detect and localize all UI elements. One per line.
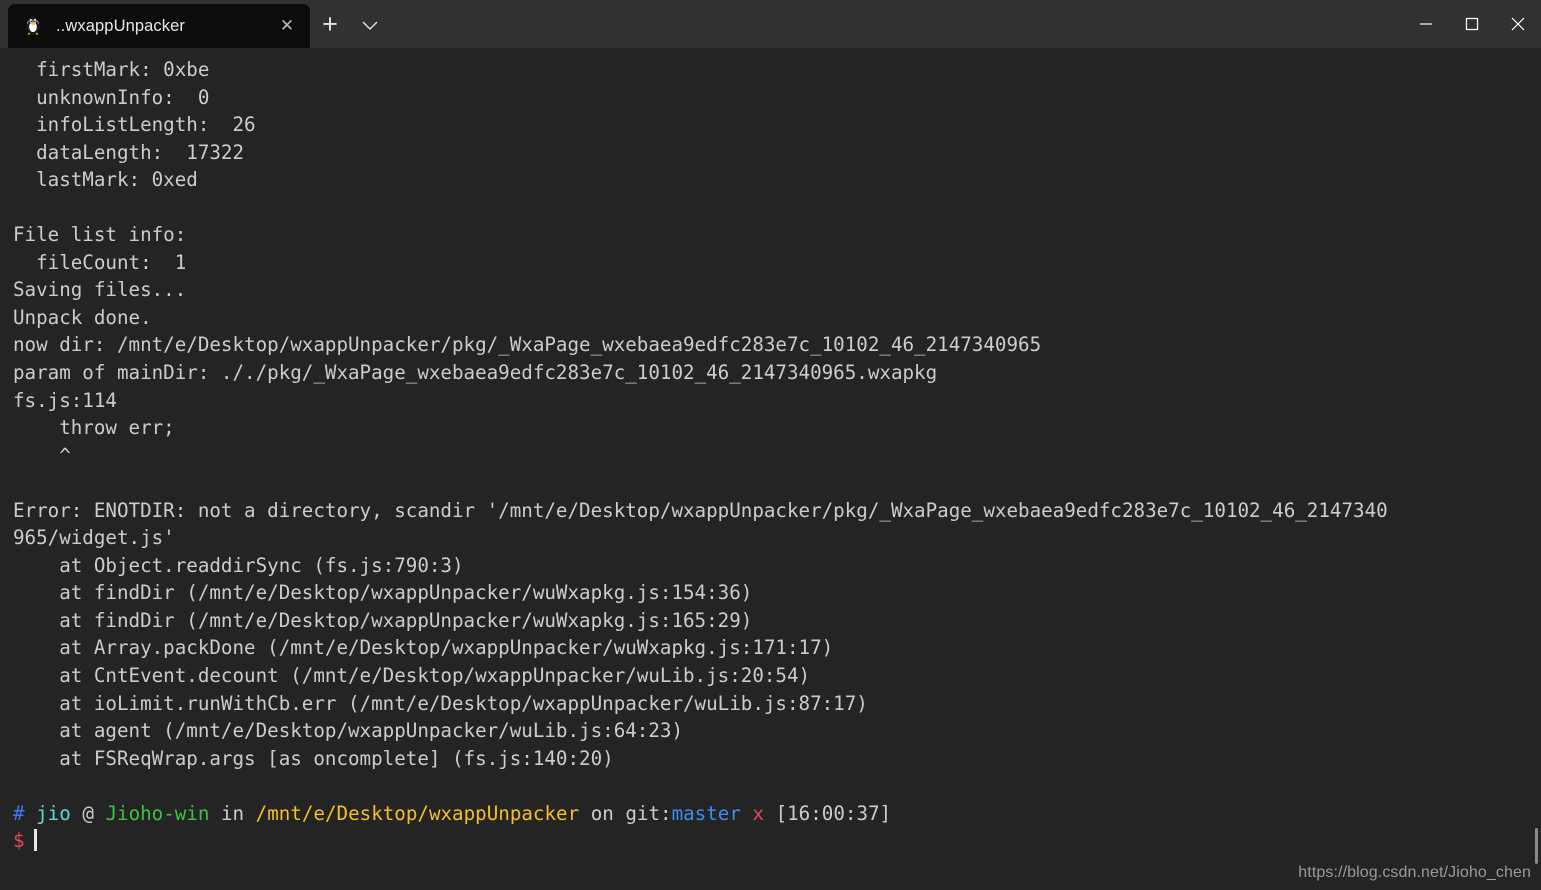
prompt-path: /mnt/e/Desktop/wxappUnpacker bbox=[255, 801, 580, 825]
terminal-line: param of mainDir: ././pkg/_WxaPage_wxeba… bbox=[13, 361, 938, 385]
text-cursor bbox=[33, 829, 37, 852]
terminal-line: fileCount: 1 bbox=[13, 250, 187, 274]
tab-title: ..wxappUnpacker bbox=[56, 16, 185, 35]
terminal-line: throw err; bbox=[13, 416, 175, 440]
terminal-line: at ioLimit.runWithCb.err (/mnt/e/Desktop… bbox=[13, 691, 868, 715]
prompt-user: jio bbox=[36, 801, 71, 825]
tux-penguin-icon bbox=[22, 15, 44, 37]
terminal-line: unknownInfo: 0 bbox=[13, 85, 210, 109]
terminal-line: fs.js:114 bbox=[13, 388, 117, 412]
terminal-output-area[interactable]: firstMark: 0xbe unknownInfo: 0 infoListL… bbox=[0, 48, 1541, 890]
prompt-dirty-flag: x bbox=[752, 801, 765, 825]
prompt-time: [16:00:37] bbox=[775, 801, 892, 825]
terminal-line: lastMark: 0xed bbox=[13, 168, 198, 192]
terminal-line: at findDir (/mnt/e/Desktop/wxappUnpacker… bbox=[13, 581, 753, 605]
terminal-line: at agent (/mnt/e/Desktop/wxappUnpacker/w… bbox=[13, 719, 684, 743]
scrollbar-thumb[interactable] bbox=[1535, 828, 1538, 864]
new-tab-button[interactable]: + bbox=[310, 4, 350, 48]
terminal-line: infoListLength: 26 bbox=[13, 113, 256, 137]
terminal-line: at findDir (/mnt/e/Desktop/wxappUnpacker… bbox=[13, 608, 753, 632]
terminal-line: ^ bbox=[13, 443, 71, 467]
terminal-line: at Array.packDone (/mnt/e/Desktop/wxappU… bbox=[13, 636, 834, 660]
shell-input-line[interactable]: $ bbox=[13, 827, 1541, 855]
prompt-branch: master bbox=[671, 801, 741, 825]
prompt-on: on bbox=[590, 801, 614, 825]
window-controls bbox=[1403, 0, 1541, 48]
chevron-down-icon[interactable] bbox=[350, 4, 390, 48]
terminal-tab[interactable]: ..wxappUnpacker ✕ bbox=[8, 4, 310, 48]
terminal-line: Error: ENOTDIR: not a directory, scandir… bbox=[13, 498, 1388, 522]
terminal-line: firstMark: 0xbe bbox=[13, 58, 210, 81]
terminal-line: Saving files... bbox=[13, 278, 187, 302]
prompt-git-label: git: bbox=[625, 801, 672, 825]
terminal-line: File list info: bbox=[13, 223, 187, 247]
terminal-line: at CntEvent.decount (/mnt/e/Desktop/wxap… bbox=[13, 664, 811, 688]
close-tab-icon[interactable]: ✕ bbox=[272, 11, 302, 41]
shell-prompt-line: # jio @ Jioho-win in /mnt/e/Desktop/wxap… bbox=[13, 800, 1541, 828]
tab-strip: ..wxappUnpacker ✕ + bbox=[0, 0, 390, 48]
close-window-button[interactable] bbox=[1495, 0, 1541, 48]
prompt-dollar-symbol: $ bbox=[13, 829, 25, 853]
terminal-line: Unpack done. bbox=[13, 305, 152, 329]
prompt-at: @ bbox=[82, 801, 94, 825]
terminal-line: now dir: /mnt/e/Desktop/wxappUnpacker/pk… bbox=[13, 333, 1042, 357]
prompt-hash: # bbox=[13, 801, 25, 825]
prompt-host: Jioho-win bbox=[105, 801, 210, 825]
terminal-line: at Object.readdirSync (fs.js:790:3) bbox=[13, 553, 464, 577]
terminal-line: at FSReqWrap.args [as oncomplete] (fs.js… bbox=[13, 746, 614, 770]
prompt-in: in bbox=[221, 801, 245, 825]
minimize-button[interactable] bbox=[1403, 0, 1449, 48]
maximize-button[interactable] bbox=[1449, 0, 1495, 48]
terminal-output-lines: firstMark: 0xbe unknownInfo: 0 infoListL… bbox=[13, 56, 1541, 800]
title-bar: ..wxappUnpacker ✕ + bbox=[0, 0, 1541, 48]
terminal-line: 965/widget.js' bbox=[13, 526, 175, 550]
watermark-text: https://blog.csdn.net/Jioho_chen bbox=[1298, 864, 1531, 881]
terminal-line: dataLength: 17322 bbox=[13, 140, 245, 164]
